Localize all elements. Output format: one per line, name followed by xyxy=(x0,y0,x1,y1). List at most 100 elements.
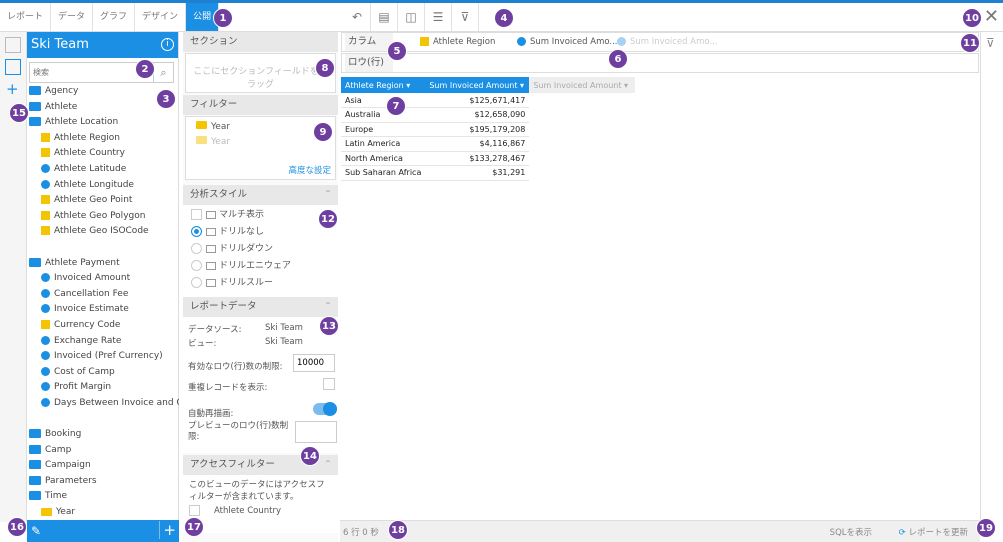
radio-button[interactable] xyxy=(191,226,202,237)
tree-item[interactable]: Days Between Invoice and Ca... xyxy=(27,396,179,412)
info-icon[interactable]: i xyxy=(161,38,174,51)
drill-icon xyxy=(206,227,216,236)
config-panel: セクション ここにセクションフィールドをドラッグ フィルター Year Year… xyxy=(183,32,338,542)
show-sql-link[interactable]: SQLを表示 xyxy=(830,526,872,538)
table-icon[interactable]: ▤ xyxy=(371,3,398,31)
report-table: Athlete Region ▾ Sum Invoiced Amount ▾ S… xyxy=(341,77,636,181)
tree-item[interactable]: Athlete Geo ISOCode xyxy=(27,224,179,240)
tree-item-label: Athlete Longitude xyxy=(54,179,134,190)
tree-item[interactable]: Booking xyxy=(27,427,179,443)
preview-input[interactable] xyxy=(295,421,337,443)
edit-icon[interactable]: ✎ xyxy=(31,524,41,538)
tree-item-label: Athlete Geo Point xyxy=(54,195,133,206)
tree-item[interactable]: Athlete Country xyxy=(27,146,179,162)
tree-item[interactable]: Parameters xyxy=(27,474,179,490)
col-pill-region[interactable]: Athlete Region xyxy=(420,35,495,49)
badge-4: 4 xyxy=(494,8,514,28)
analysis-header: 分析スタイル ⌃ xyxy=(183,185,338,205)
analysis-option[interactable]: ドリルなし xyxy=(191,224,330,241)
analysis-option[interactable]: ドリルエニウェア xyxy=(191,258,330,275)
tree-item[interactable]: Camp xyxy=(27,443,179,459)
tree-item-label: Parameters xyxy=(45,475,97,486)
access-filter-item[interactable]: Athlete Country xyxy=(189,505,332,517)
tab-design[interactable]: デザイン xyxy=(135,3,187,31)
analysis-option[interactable]: ドリルスルー xyxy=(191,275,330,292)
filter-panel-icon[interactable]: ⊽ xyxy=(986,36,995,50)
col-pill-ghost[interactable]: Sum Invoiced Amo... xyxy=(617,35,718,49)
analysis-option[interactable]: マルチ表示 xyxy=(191,207,330,224)
tree-item[interactable]: Campaign xyxy=(27,458,179,474)
tree-item[interactable]: Athlete Region xyxy=(27,131,179,147)
tree-item[interactable]: Athlete Latitude xyxy=(27,162,179,178)
tree-item[interactable]: Exchange Rate xyxy=(27,334,179,350)
col-pill-amount[interactable]: Sum Invoiced Amo... xyxy=(517,35,618,49)
filter-icon[interactable]: ⊽ xyxy=(452,3,479,31)
tree-item[interactable]: Invoice Estimate xyxy=(27,302,179,318)
radio-button[interactable] xyxy=(191,243,202,254)
header-amount[interactable]: Sum Invoiced Amount ▾ xyxy=(425,77,530,93)
checkbox[interactable] xyxy=(191,209,202,220)
columns-dropzone[interactable]: カラム(列) Athlete Region Sum Invoiced Amo..… xyxy=(341,32,979,65)
close-icon[interactable]: ✕ xyxy=(984,6,999,27)
rows-dropzone[interactable]: ロウ(行) xyxy=(341,53,979,73)
tree-item[interactable]: Time xyxy=(27,489,179,505)
chevron-up-icon[interactable]: ⌃ xyxy=(324,185,332,205)
add-field-icon[interactable]: + xyxy=(159,521,176,539)
filter-item-ghost[interactable]: Year xyxy=(196,136,230,147)
cell-amount: $31,291 xyxy=(425,165,530,181)
radio-button[interactable] xyxy=(191,260,202,271)
column-icon[interactable]: ◫ xyxy=(398,3,425,31)
layout-icon[interactable] xyxy=(5,59,21,75)
analysis-option-label: ドリルスルー xyxy=(219,278,274,288)
tree-item[interactable]: Invoiced (Pref Currency) xyxy=(27,349,179,365)
dup-checkbox[interactable] xyxy=(323,378,335,390)
sidebar-footer: ✎ + xyxy=(27,520,179,542)
chevron-up-icon[interactable]: ⌃ xyxy=(324,455,332,475)
chevron-up-icon[interactable]: ⌃ xyxy=(324,297,332,317)
tree-item[interactable]: Athlete Geo Point xyxy=(27,193,179,209)
analysis-option-label: ドリルエニウェア xyxy=(219,261,292,271)
tab-chart[interactable]: グラフ xyxy=(93,3,136,31)
search-icon[interactable]: ⌕ xyxy=(153,63,173,82)
tab-data[interactable]: データ xyxy=(51,3,94,31)
auto-toggle[interactable] xyxy=(313,402,337,416)
tree-item-label: Invoiced Amount xyxy=(54,273,131,284)
tree-item[interactable]: Athlete Payment xyxy=(27,256,179,272)
undo-icon[interactable]: ↶ xyxy=(344,3,371,31)
grid-icon[interactable] xyxy=(5,37,21,53)
tree-item-label: Athlete Geo ISOCode xyxy=(54,226,149,237)
tree-item[interactable]: Cost of Camp xyxy=(27,365,179,381)
tree-item[interactable]: Athlete Location xyxy=(27,115,179,131)
tree-item[interactable]: Cancellation Fee xyxy=(27,287,179,303)
tree-item-label: Athlete Region xyxy=(54,132,121,143)
analysis-option[interactable]: ドリルダウン xyxy=(191,241,330,258)
list-icon[interactable]: ☰ xyxy=(425,3,452,31)
tree-item[interactable]: Year xyxy=(27,505,179,521)
data-sidebar: Ski Team i ⌕ Agency Athlete Athlete Locati… xyxy=(27,32,179,542)
tree-item[interactable]: Athlete Longitude xyxy=(27,178,179,194)
cell-region: Australia xyxy=(341,107,426,123)
tree-item[interactable]: Profit Margin xyxy=(27,380,179,396)
refresh-report-link[interactable]: ⟳ レポートを更新 xyxy=(899,526,968,538)
badge-13: 13 xyxy=(319,316,339,336)
year-icon xyxy=(196,121,207,129)
metric-icon xyxy=(41,397,50,407)
header-region[interactable]: Athlete Region ▾ xyxy=(341,77,426,93)
add-icon[interactable]: + xyxy=(6,80,19,98)
tree-item[interactable]: Invoiced Amount xyxy=(27,271,179,287)
radio-button[interactable] xyxy=(191,277,202,288)
tab-report[interactable]: レポート xyxy=(0,3,52,31)
tree-item[interactable]: Athlete Geo Polygon xyxy=(27,209,179,225)
row-limit-input[interactable] xyxy=(293,354,335,372)
tree-item[interactable]: Currency Code xyxy=(27,318,179,334)
advanced-link[interactable]: 高度な設定 xyxy=(288,164,331,176)
tree-item-label: Booking xyxy=(45,429,82,440)
tree-item-label: Athlete Geo Polygon xyxy=(54,210,146,221)
badge-10: 10 xyxy=(962,8,982,28)
section-dropzone[interactable]: ここにセクションフィールドをドラッグ xyxy=(185,53,336,93)
access-filter-text: このビューのデータにはアクセスフィルターが含まれています。 xyxy=(189,480,325,502)
table-row: Sub Saharan Africa $31,291 xyxy=(341,165,635,181)
filter-item[interactable]: Year xyxy=(196,121,230,132)
tree-item-label: Currency Code xyxy=(54,319,121,330)
